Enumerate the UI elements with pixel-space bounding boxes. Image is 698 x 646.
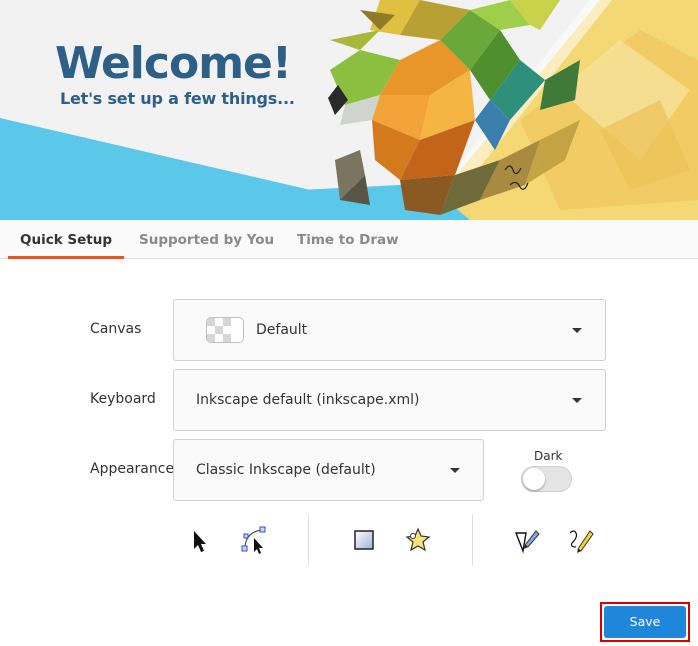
toolbar-divider xyxy=(472,514,473,566)
calligraphy-icon[interactable] xyxy=(512,525,542,555)
pencil-icon[interactable] xyxy=(566,525,596,555)
welcome-title: Welcome! xyxy=(55,38,292,89)
appearance-label: Appearance xyxy=(90,461,175,477)
canvas-label: Canvas xyxy=(90,321,142,337)
tab-supported-by-you[interactable]: Supported by You xyxy=(127,220,286,259)
welcome-banner: Welcome! Let's set up a few things... xyxy=(0,0,698,220)
node-edit-icon[interactable] xyxy=(239,525,269,555)
keyboard-value: Inkscape default (inkscape.xml) xyxy=(196,392,420,408)
tab-quick-setup[interactable]: Quick Setup xyxy=(8,220,125,259)
keyboard-combo[interactable]: Inkscape default (inkscape.xml) xyxy=(173,369,606,431)
appearance-combo[interactable]: Classic Inkscape (default) xyxy=(173,439,484,501)
dark-label: Dark xyxy=(534,449,563,463)
welcome-subtitle: Let's set up a few things... xyxy=(60,89,295,108)
tab-time-to-draw[interactable]: Time to Draw xyxy=(285,220,411,259)
toolbar-divider xyxy=(308,514,309,566)
toggle-knob xyxy=(523,468,545,490)
tab-bar: Quick Setup Supported by You Time to Dra… xyxy=(0,220,698,259)
chevron-down-icon xyxy=(450,468,460,473)
appearance-value: Classic Inkscape (default) xyxy=(196,462,376,478)
canvas-value: Default xyxy=(256,322,308,338)
checkerboard-icon xyxy=(206,317,244,343)
banner-artwork xyxy=(0,0,698,220)
canvas-combo[interactable]: Default xyxy=(173,299,606,361)
dark-mode-toggle[interactable] xyxy=(521,466,572,492)
chevron-down-icon xyxy=(572,398,582,403)
save-button[interactable]: Save xyxy=(604,606,686,638)
star-icon[interactable] xyxy=(403,525,433,555)
rectangle-icon[interactable] xyxy=(349,525,379,555)
select-arrow-icon[interactable] xyxy=(184,525,214,555)
chevron-down-icon xyxy=(572,328,582,333)
keyboard-label: Keyboard xyxy=(90,391,156,407)
